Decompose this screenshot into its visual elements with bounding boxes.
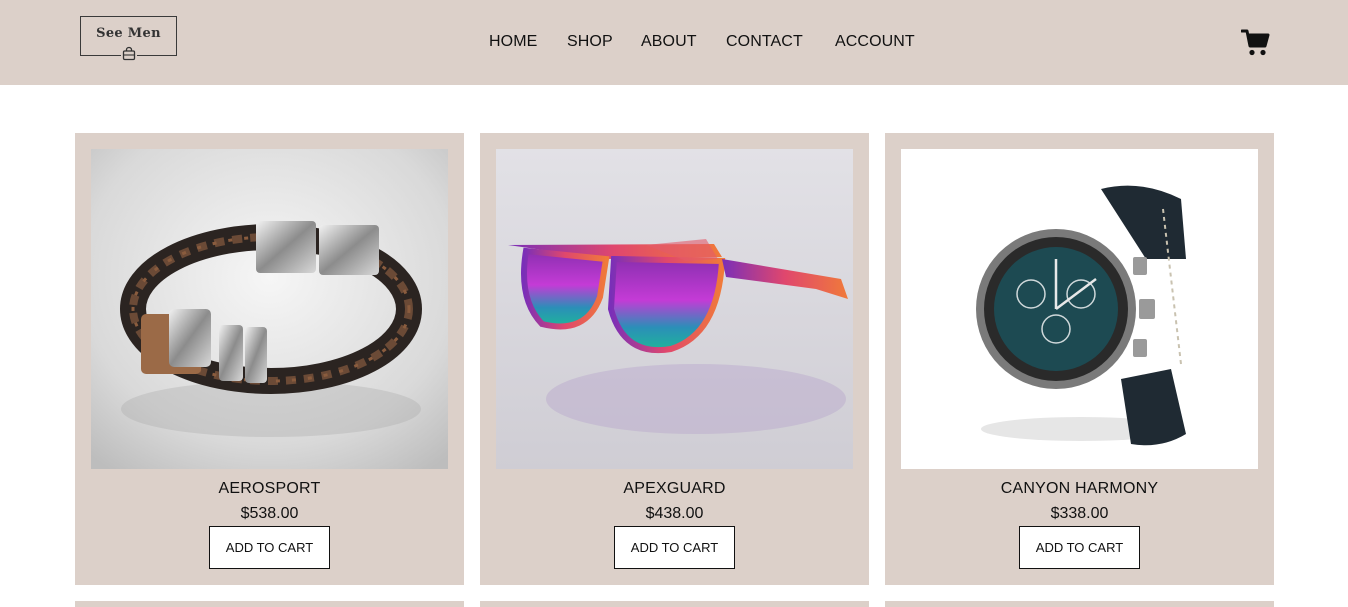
- product-price: $438.00: [645, 505, 704, 522]
- product-image-watch[interactable]: [901, 149, 1258, 469]
- product-title[interactable]: AEROSPORT: [75, 480, 464, 498]
- product-card-next-row: [885, 601, 1274, 607]
- nav-home[interactable]: HOME: [489, 33, 537, 51]
- main-nav: HOME SHOP ABOUT CONTACT ACCOUNT: [0, 33, 1348, 53]
- nav-contact[interactable]: CONTACT: [726, 33, 803, 51]
- product-image-sunglasses[interactable]: [496, 149, 853, 469]
- nav-about[interactable]: ABOUT: [641, 33, 697, 51]
- add-to-cart-button[interactable]: ADD TO CART: [1019, 526, 1140, 569]
- add-to-cart-button[interactable]: ADD TO CART: [209, 526, 330, 569]
- nav-account[interactable]: ACCOUNT: [835, 33, 915, 51]
- product-price: $338.00: [1050, 505, 1109, 522]
- product-title[interactable]: CANYON HARMONY: [885, 480, 1274, 498]
- product-card: CANYON HARMONY $338.00 ADD TO CART: [885, 133, 1274, 585]
- product-card-next-row: [480, 601, 869, 607]
- cart-icon[interactable]: [1240, 29, 1271, 57]
- product-image-bracelet[interactable]: [91, 149, 448, 469]
- product-card: AEROSPORT $538.00 ADD TO CART: [75, 133, 464, 585]
- product-title[interactable]: APEXGUARD: [480, 480, 869, 498]
- nav-shop[interactable]: SHOP: [567, 33, 613, 51]
- site-header: See Men HOME SHOP ABOUT CONTACT ACCOUNT: [0, 0, 1348, 85]
- product-card: APEXGUARD $438.00 ADD TO CART: [480, 133, 869, 585]
- product-card-next-row: [75, 601, 464, 607]
- add-to-cart-button[interactable]: ADD TO CART: [614, 526, 735, 569]
- product-price: $538.00: [240, 505, 299, 522]
